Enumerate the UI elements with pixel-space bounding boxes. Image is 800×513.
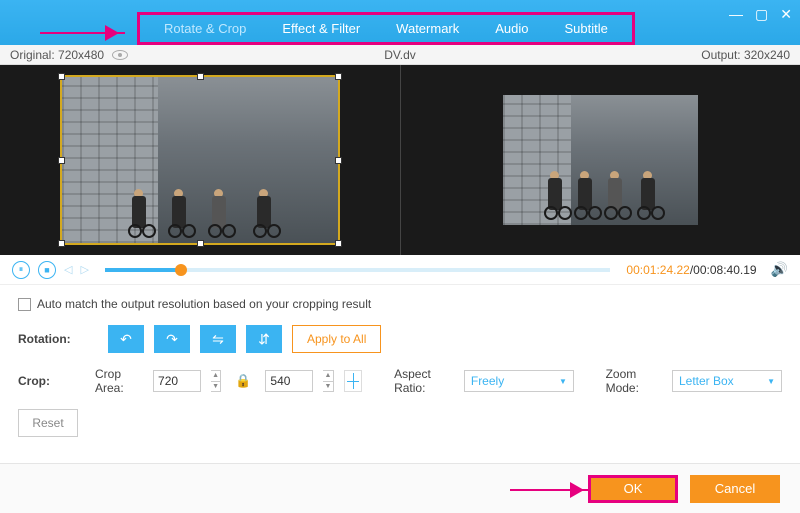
lock-icon[interactable]: 🔒 [235,373,251,389]
filename-label: DV.dv [384,48,416,62]
minimize-icon[interactable]: — [729,6,743,23]
auto-match-checkbox[interactable] [18,298,31,311]
output-thumbnail [503,95,698,225]
crop-handle[interactable] [335,240,342,247]
crop-frame[interactable] [60,75,340,245]
tab-watermark[interactable]: Watermark [378,17,477,40]
output-resolution-label: Output: 320x240 [701,48,790,62]
output-preview [401,65,800,255]
crop-handle[interactable] [197,73,204,80]
crop-handle[interactable] [335,157,342,164]
tab-effect-filter[interactable]: Effect & Filter [264,17,378,40]
original-preview [0,65,401,255]
pause-button[interactable]: ⏸ [12,261,30,279]
tab-bar: Rotate & Crop Effect & Filter Watermark … [137,12,635,45]
reset-button[interactable]: Reset [18,409,78,437]
crop-handle[interactable] [197,240,204,247]
video-thumbnail [62,77,338,243]
apply-to-all-button[interactable]: Apply to All [292,325,381,353]
stop-button[interactable]: ■ [38,261,56,279]
original-resolution-label: Original: 720x480 [10,48,104,62]
tab-audio[interactable]: Audio [477,17,546,40]
rotation-label: Rotation: [18,332,98,346]
crop-handle[interactable] [335,73,342,80]
crop-width-input[interactable] [153,370,201,392]
titlebar: — ▢ ✕ Rotate & Crop Effect & Filter Wate… [0,0,800,45]
crop-height-input[interactable] [265,370,313,392]
tab-subtitle[interactable]: Subtitle [547,17,626,40]
next-frame-icon[interactable]: ▷ [80,263,88,276]
eye-icon[interactable] [112,50,128,60]
crop-handle[interactable] [58,240,65,247]
settings-panel: Auto match the output resolution based o… [0,285,800,463]
close-icon[interactable]: ✕ [780,6,792,23]
center-point-button[interactable] [344,370,363,392]
aspect-ratio-label: Aspect Ratio: [394,367,454,395]
zoom-mode-label: Zoom Mode: [606,367,662,395]
aspect-ratio-select[interactable]: Freely [464,370,574,392]
prev-frame-icon[interactable]: ◁ [64,263,72,276]
annotation-arrow [40,32,125,34]
footer: OK Cancel [0,463,800,513]
crop-width-spinner[interactable]: ▲▼ [211,370,221,392]
crop-handle[interactable] [58,157,65,164]
maximize-icon[interactable]: ▢ [755,6,768,23]
info-bar: Original: 720x480 DV.dv Output: 320x240 [0,45,800,65]
seek-slider[interactable] [105,268,610,272]
flip-horizontal-button[interactable]: ⇋ [200,325,236,353]
tab-rotate-crop[interactable]: Rotate & Crop [146,17,264,40]
rotate-left-button[interactable]: ↶ [108,325,144,353]
time-display: 00:01:24.22/00:08:40.19 [626,263,756,277]
crop-handle[interactable] [58,73,65,80]
annotation-arrow [510,489,590,491]
ok-button[interactable]: OK [588,475,678,503]
zoom-mode-select[interactable]: Letter Box [672,370,782,392]
crop-height-spinner[interactable]: ▲▼ [323,370,333,392]
auto-match-label: Auto match the output resolution based o… [37,297,371,311]
cancel-button[interactable]: Cancel [690,475,780,503]
rotate-right-button[interactable]: ↷ [154,325,190,353]
playback-controls: ⏸ ■ ◁ ▷ 00:01:24.22/00:08:40.19 🔊 [0,255,800,285]
crop-label: Crop: [18,374,85,388]
flip-vertical-button[interactable]: ⇵ [246,325,282,353]
volume-icon[interactable]: 🔊 [771,261,788,278]
preview-area [0,65,800,255]
crop-area-label: Crop Area: [95,367,143,395]
